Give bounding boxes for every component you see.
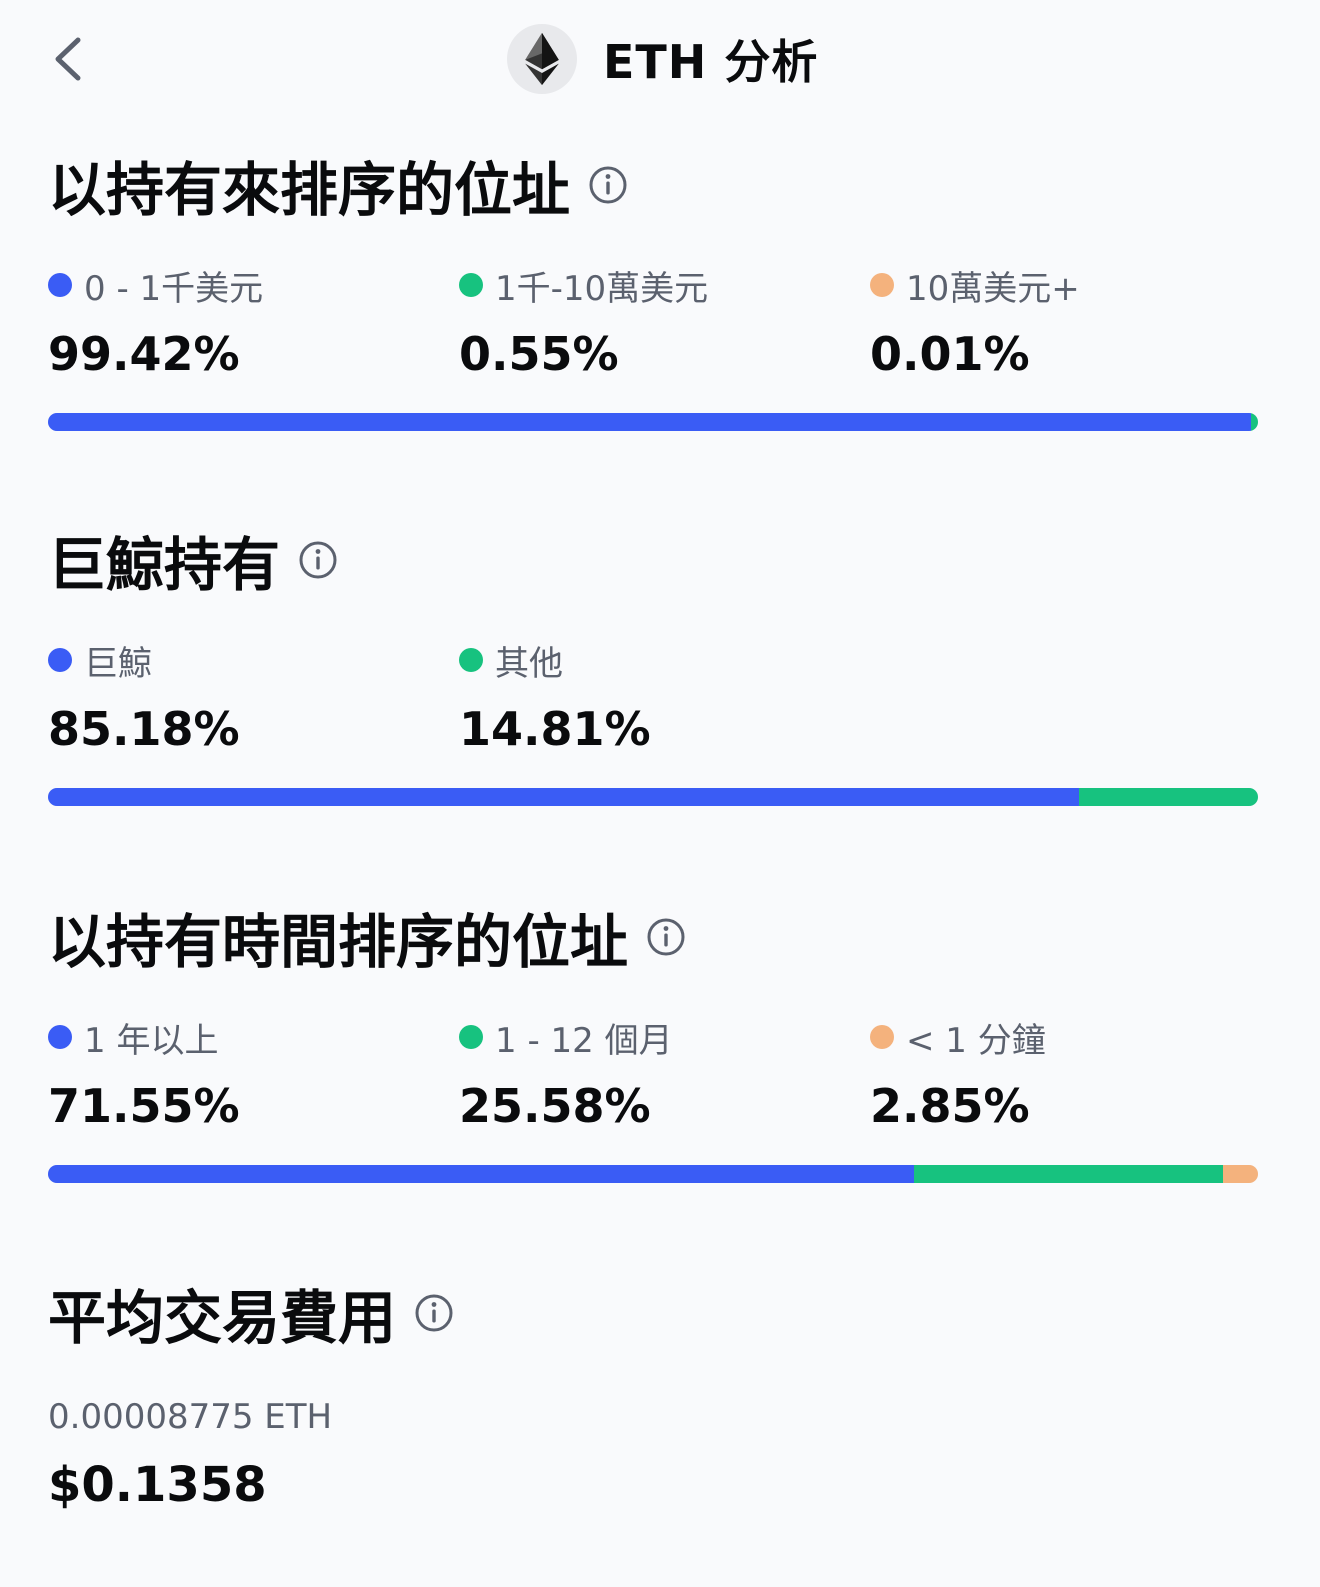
legend-dot: [459, 273, 483, 297]
legend-item: 1 - 12 個月 25.58%: [459, 1015, 859, 1133]
section-title: 以持有來排序的位址: [48, 156, 571, 224]
legend-item: 0 - 1千美元 99.42%: [48, 263, 448, 381]
legend-item: 1千-10萬美元 0.55%: [459, 263, 859, 381]
legend-dot: [870, 1025, 894, 1049]
legend-item: 10萬美元+ 0.01%: [870, 263, 1270, 381]
legend-value: 99.42%: [48, 327, 240, 381]
info-icon[interactable]: [298, 540, 338, 580]
legend-dot: [48, 1025, 72, 1049]
legend-item: 其他 14.81%: [459, 638, 859, 756]
legend-value: 25.58%: [459, 1079, 651, 1133]
section-whales: 巨鯨持有 巨鯨 85.18% 其他 14.81%: [48, 520, 1270, 806]
legend-label: 1千-10萬美元: [495, 268, 709, 309]
fee-usd-value: $0.1358: [48, 1457, 267, 1513]
legend-label: 1 - 12 個月: [495, 1020, 673, 1061]
info-icon[interactable]: [588, 165, 628, 205]
legend-item: < 1 分鐘 2.85%: [870, 1015, 1270, 1133]
distribution-bar: [48, 413, 1258, 431]
page-title: ETH 分析: [603, 35, 819, 89]
info-icon[interactable]: [646, 917, 686, 957]
distribution-bar: [48, 1165, 1258, 1183]
bar-segment: [1250, 413, 1258, 431]
distribution-bar: [48, 788, 1258, 806]
chevron-left-icon: [55, 37, 81, 81]
legend-dot: [459, 1025, 483, 1049]
section-holdings: 以持有來排序的位址 0 - 1千美元 99.42% 1千-10萬美元 0.55%…: [48, 145, 1270, 431]
bar-segment: [1223, 1165, 1258, 1183]
legend: 巨鯨 85.18% 其他 14.81%: [48, 638, 1270, 788]
bar-segment: [48, 413, 1251, 431]
header-bar: ETH 分析: [0, 0, 1320, 120]
legend-label: 10萬美元+: [906, 268, 1080, 309]
section-title: 以持有時間排序的位址: [48, 908, 629, 976]
section-title: 巨鯨持有: [48, 531, 281, 599]
bar-segment: [48, 1165, 914, 1183]
legend-value: 0.55%: [459, 327, 619, 381]
section-holding-time: 以持有時間排序的位址 1 年以上 71.55% 1 - 12 個月 25.58%…: [48, 897, 1270, 1183]
legend-value: 0.01%: [870, 327, 1030, 381]
legend-item: 1 年以上 71.55%: [48, 1015, 448, 1133]
section-avg-fee: 平均交易費用 0.00008775 ETH $0.1358: [48, 1273, 1270, 1513]
legend-dot: [459, 648, 483, 672]
back-button[interactable]: [46, 30, 94, 88]
ethereum-logo-icon: [507, 24, 577, 94]
info-icon[interactable]: [414, 1293, 454, 1333]
section-title: 平均交易費用: [48, 1284, 397, 1352]
legend-value: 2.85%: [870, 1079, 1030, 1133]
legend: 0 - 1千美元 99.42% 1千-10萬美元 0.55% 10萬美元+ 0.…: [48, 263, 1270, 413]
legend-label: 1 年以上: [84, 1020, 219, 1061]
legend-value: 85.18%: [48, 702, 240, 756]
bar-segment: [913, 1165, 1224, 1183]
bar-segment: [1078, 788, 1258, 806]
legend-dot: [48, 273, 72, 297]
legend: 1 年以上 71.55% 1 - 12 個月 25.58% < 1 分鐘 2.8…: [48, 1015, 1270, 1165]
legend-label: 其他: [495, 643, 563, 684]
legend-value: 71.55%: [48, 1079, 240, 1133]
legend-label: 0 - 1千美元: [84, 268, 264, 309]
bar-segment: [48, 788, 1079, 806]
legend-dot: [48, 648, 72, 672]
legend-item: 巨鯨 85.18%: [48, 638, 448, 756]
legend-label: 巨鯨: [84, 643, 152, 684]
legend-value: 14.81%: [459, 702, 651, 756]
fee-eth-value: 0.00008775 ETH: [48, 1397, 333, 1437]
legend-dot: [870, 273, 894, 297]
legend-label: < 1 分鐘: [906, 1020, 1046, 1061]
header-title-group: ETH 分析: [507, 24, 818, 94]
